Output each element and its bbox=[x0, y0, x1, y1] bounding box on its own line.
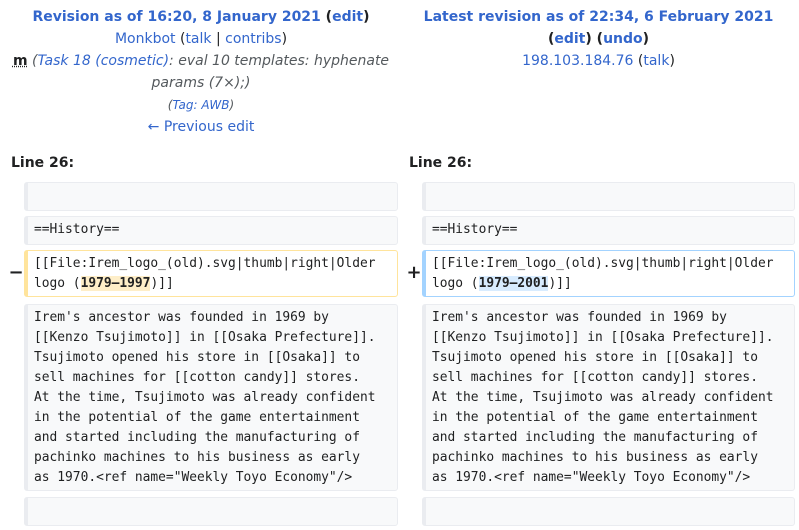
new-line-number: Line 26: bbox=[409, 155, 473, 171]
added-line: [[File:Irem_logo_(old).svg|thumb|right|O… bbox=[422, 250, 795, 297]
edit-tag: (Tag: AWB) bbox=[167, 98, 235, 112]
new-revision-header: Latest revision as of 22:34, 6 February … bbox=[423, 9, 774, 69]
context-heading-old: ==History== bbox=[24, 216, 398, 245]
tag-awb-link[interactable]: AWB bbox=[201, 98, 229, 112]
previous-edit-link[interactable]: ← Previous edit bbox=[148, 119, 255, 135]
old-user-talk-link[interactable]: talk bbox=[185, 31, 211, 47]
new-edit-link[interactable]: edit bbox=[554, 31, 585, 47]
added-text: 1979–2001 bbox=[478, 276, 549, 291]
tag-link[interactable]: Tag: bbox=[172, 98, 201, 112]
old-line-number: Line 26: bbox=[11, 155, 75, 171]
context-empty-new bbox=[422, 182, 795, 211]
deleted-line: [[File:Irem_logo_(old).svg|thumb|right|O… bbox=[24, 250, 398, 297]
minor-edit-flag: m bbox=[12, 53, 28, 69]
undo-link[interactable]: undo bbox=[603, 31, 643, 47]
context-empty-old-2 bbox=[24, 497, 398, 526]
edit-summary: (Task 18 (cosmetic): eval 10 templates: … bbox=[31, 53, 390, 91]
new-user-link[interactable]: 198.103.184.76 bbox=[522, 53, 633, 69]
old-user-contribs-link[interactable]: contribs bbox=[225, 31, 281, 47]
addition-marker: + bbox=[406, 262, 422, 283]
old-revision-header: Revision as of 16:20, 8 January 2021 (ed… bbox=[0, 6, 402, 138]
context-empty-new-2 bbox=[422, 497, 795, 526]
old-revision-link[interactable]: Revision as of 16:20, 8 January 2021 bbox=[32, 9, 320, 25]
new-revision-link[interactable]: Latest revision as of 22:34, 6 February … bbox=[424, 9, 774, 25]
edit-summary-link[interactable]: Task 18 (cosmetic) bbox=[37, 53, 169, 69]
deleted-text: 1979–1997 bbox=[80, 276, 151, 291]
context-heading-new: ==History== bbox=[422, 216, 795, 245]
context-paragraph-old: Irem's ancestor was founded in 1969 by [… bbox=[24, 304, 398, 491]
deletion-marker: − bbox=[8, 262, 24, 283]
context-paragraph-new: Irem's ancestor was founded in 1969 by [… bbox=[422, 304, 795, 491]
new-user-talk-link[interactable]: talk bbox=[643, 53, 669, 69]
old-user-link[interactable]: Monkbot bbox=[115, 31, 176, 47]
context-empty-old bbox=[24, 182, 398, 211]
old-edit-link[interactable]: edit bbox=[332, 9, 363, 25]
